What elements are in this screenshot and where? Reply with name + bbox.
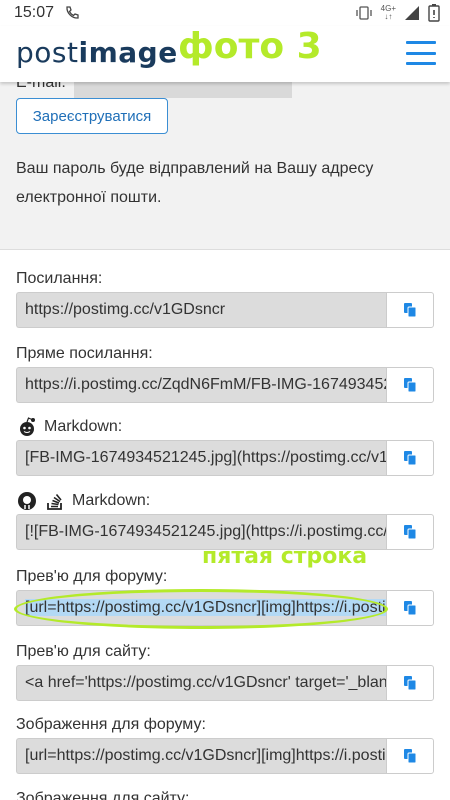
link-group-direct: Пряме посилання: https://i.postimg.cc/Zq… (16, 343, 434, 403)
register-section: E-mail: Зареєструватися Ваш пароль буде … (0, 74, 450, 250)
link-label: Посилання: (16, 270, 103, 287)
email-field[interactable] (74, 82, 292, 98)
link-input[interactable]: https://i.postimg.cc/ZqdN6FmM/FB-IMG-167… (16, 367, 386, 403)
link-group-forum-image: Зображення для форуму: [url=https://post… (16, 714, 434, 774)
link-label: Пряме посилання: (16, 345, 153, 362)
link-group-site-preview: Прев'ю для сайту: <a href='https://posti… (16, 641, 434, 701)
copy-button[interactable] (386, 440, 434, 476)
link-label: Markdown: (44, 418, 123, 435)
links-section: Посилання: https://postimg.cc/v1GDsncr П… (0, 250, 450, 800)
github-icon (18, 492, 36, 510)
annotation-ellipse (14, 589, 388, 629)
copy-button[interactable] (386, 367, 434, 403)
link-group-markdown-reddit: Markdown: [FB-IMG-1674934521245.jpg](htt… (16, 416, 434, 476)
copy-icon (404, 378, 417, 393)
status-bar: 15:07 4G+ ↓↑ (0, 0, 450, 26)
hamburger-menu-icon[interactable] (406, 41, 436, 65)
link-label: Прев'ю для форуму: (16, 568, 168, 585)
link-label: Прев'ю для сайту: (16, 643, 151, 660)
copy-icon (404, 525, 417, 540)
copy-button[interactable] (386, 514, 434, 550)
battery-icon (428, 4, 440, 22)
copy-button[interactable] (386, 738, 434, 774)
vibrate-icon (356, 6, 372, 20)
link-group-markdown-github: Markdown: [![FB-IMG-1674934521245.jpg](h… (16, 490, 434, 550)
signal-icon (405, 6, 419, 20)
link-input[interactable]: https://postimg.cc/v1GDsncr (16, 292, 386, 328)
register-button[interactable]: Зареєструватися (16, 98, 168, 134)
header: postimage фото 3 (0, 26, 450, 82)
link-input[interactable]: [FB-IMG-1674934521245.jpg](https://posti… (16, 440, 386, 476)
copy-icon (404, 749, 417, 764)
annotation-title: фото 3 (178, 26, 322, 67)
copy-icon (404, 676, 417, 691)
stackoverflow-icon (47, 493, 62, 510)
copy-button[interactable] (386, 665, 434, 701)
wifi-call-icon (66, 6, 79, 19)
network-type: 4G+ ↓↑ (380, 4, 396, 21)
link-input[interactable]: [url=https://postimg.cc/v1GDsncr][img]ht… (16, 738, 386, 774)
copy-icon (404, 303, 417, 318)
link-label: Markdown: (72, 492, 151, 509)
link-input[interactable]: <a href='https://postimg.cc/v1GDsncr' ta… (16, 665, 386, 701)
copy-icon (404, 601, 417, 616)
link-label: Зображення для форуму: (16, 716, 206, 733)
reddit-icon (20, 417, 35, 436)
postimage-logo[interactable]: postimage (16, 36, 178, 69)
copy-button[interactable] (386, 292, 434, 328)
link-label: Зображення для сайту: (16, 790, 190, 800)
status-time: 15:07 (14, 4, 55, 21)
copy-icon (404, 451, 417, 466)
link-group-page: Посилання: https://postimg.cc/v1GDsncr (16, 268, 434, 328)
link-group-forum-preview: Прев'ю для форуму: [url=https://postimg.… (16, 566, 434, 626)
register-info-text: Ваш пароль буде відправлений на Вашу адр… (16, 160, 374, 206)
annotation-row-label: пятая строка (202, 544, 368, 569)
copy-button[interactable] (386, 590, 434, 626)
